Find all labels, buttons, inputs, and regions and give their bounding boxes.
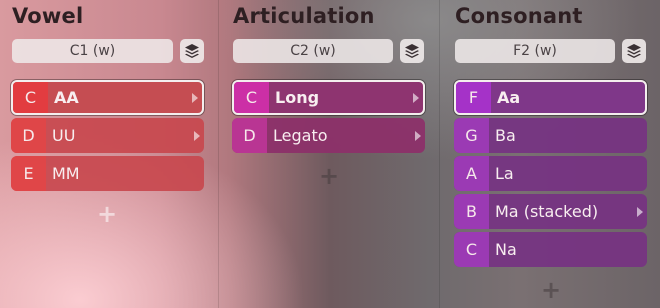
row-label: Na xyxy=(495,240,517,259)
row-label: Ma (stacked) xyxy=(495,202,599,221)
row-key: E xyxy=(11,156,46,191)
submenu-arrow-icon[interactable] xyxy=(413,92,419,103)
vowel-keyswitch-selector[interactable]: C1 (w) xyxy=(12,39,173,63)
consonant-layers-button[interactable] xyxy=(622,39,646,63)
row-key: G xyxy=(454,118,489,153)
submenu-arrow-icon[interactable] xyxy=(637,206,643,217)
vowel-row[interactable]: E MM xyxy=(11,156,204,191)
row-label: AA xyxy=(54,88,79,107)
layers-icon xyxy=(627,44,641,58)
consonant-keyswitch-selector[interactable]: F2 (w) xyxy=(455,39,615,63)
layers-icon xyxy=(405,44,419,58)
consonant-row[interactable]: B Ma (stacked) xyxy=(454,194,647,229)
consonant-list: F Aa G Ba A La B Ma (stacked) C Na xyxy=(454,80,647,270)
vowel-list: C AA D UU E MM xyxy=(11,80,204,194)
row-label: Ba xyxy=(495,126,516,145)
articulation-title: Articulation xyxy=(233,4,375,28)
row-key: D xyxy=(11,118,46,153)
row-key: B xyxy=(454,194,489,229)
articulation-column: Articulation C2 (w) C Long D Legato + xyxy=(218,0,439,308)
vowel-row[interactable]: C AA xyxy=(11,80,204,115)
row-label: UU xyxy=(52,126,76,145)
articulation-list: C Long D Legato xyxy=(232,80,425,156)
consonant-title: Consonant xyxy=(455,4,583,28)
row-key: D xyxy=(232,118,267,153)
consonant-add-button[interactable]: + xyxy=(539,278,563,302)
row-key: C xyxy=(234,82,269,113)
articulation-row[interactable]: D Legato xyxy=(232,118,425,153)
vowel-column: Vowel C1 (w) C AA D UU E MM + xyxy=(0,0,218,308)
row-label: Long xyxy=(275,88,320,107)
submenu-arrow-icon[interactable] xyxy=(415,130,421,141)
row-label: Legato xyxy=(273,126,328,145)
row-label: Aa xyxy=(497,88,521,107)
consonant-row[interactable]: F Aa xyxy=(454,80,647,115)
submenu-arrow-icon[interactable] xyxy=(192,92,198,103)
vowel-row[interactable]: D UU xyxy=(11,118,204,153)
submenu-arrow-icon[interactable] xyxy=(194,130,200,141)
consonant-row[interactable]: G Ba xyxy=(454,118,647,153)
consonant-row[interactable]: C Na xyxy=(454,232,647,267)
row-key: C xyxy=(454,232,489,267)
consonant-row[interactable]: A La xyxy=(454,156,647,191)
consonant-column: Consonant F2 (w) F Aa G Ba A La B Ma (st… xyxy=(439,0,660,308)
vowel-layers-button[interactable] xyxy=(180,39,204,63)
row-key: F xyxy=(456,82,491,113)
articulation-row[interactable]: C Long xyxy=(232,80,425,115)
vowel-title: Vowel xyxy=(12,4,84,28)
row-key: C xyxy=(13,82,48,113)
row-key: A xyxy=(454,156,489,191)
articulation-add-button[interactable]: + xyxy=(317,164,341,188)
row-label: La xyxy=(495,164,514,183)
row-label: MM xyxy=(52,164,80,183)
vowel-add-button[interactable]: + xyxy=(95,202,119,226)
articulation-layers-button[interactable] xyxy=(400,39,424,63)
articulation-keyswitch-selector[interactable]: C2 (w) xyxy=(233,39,393,63)
layers-icon xyxy=(185,44,199,58)
